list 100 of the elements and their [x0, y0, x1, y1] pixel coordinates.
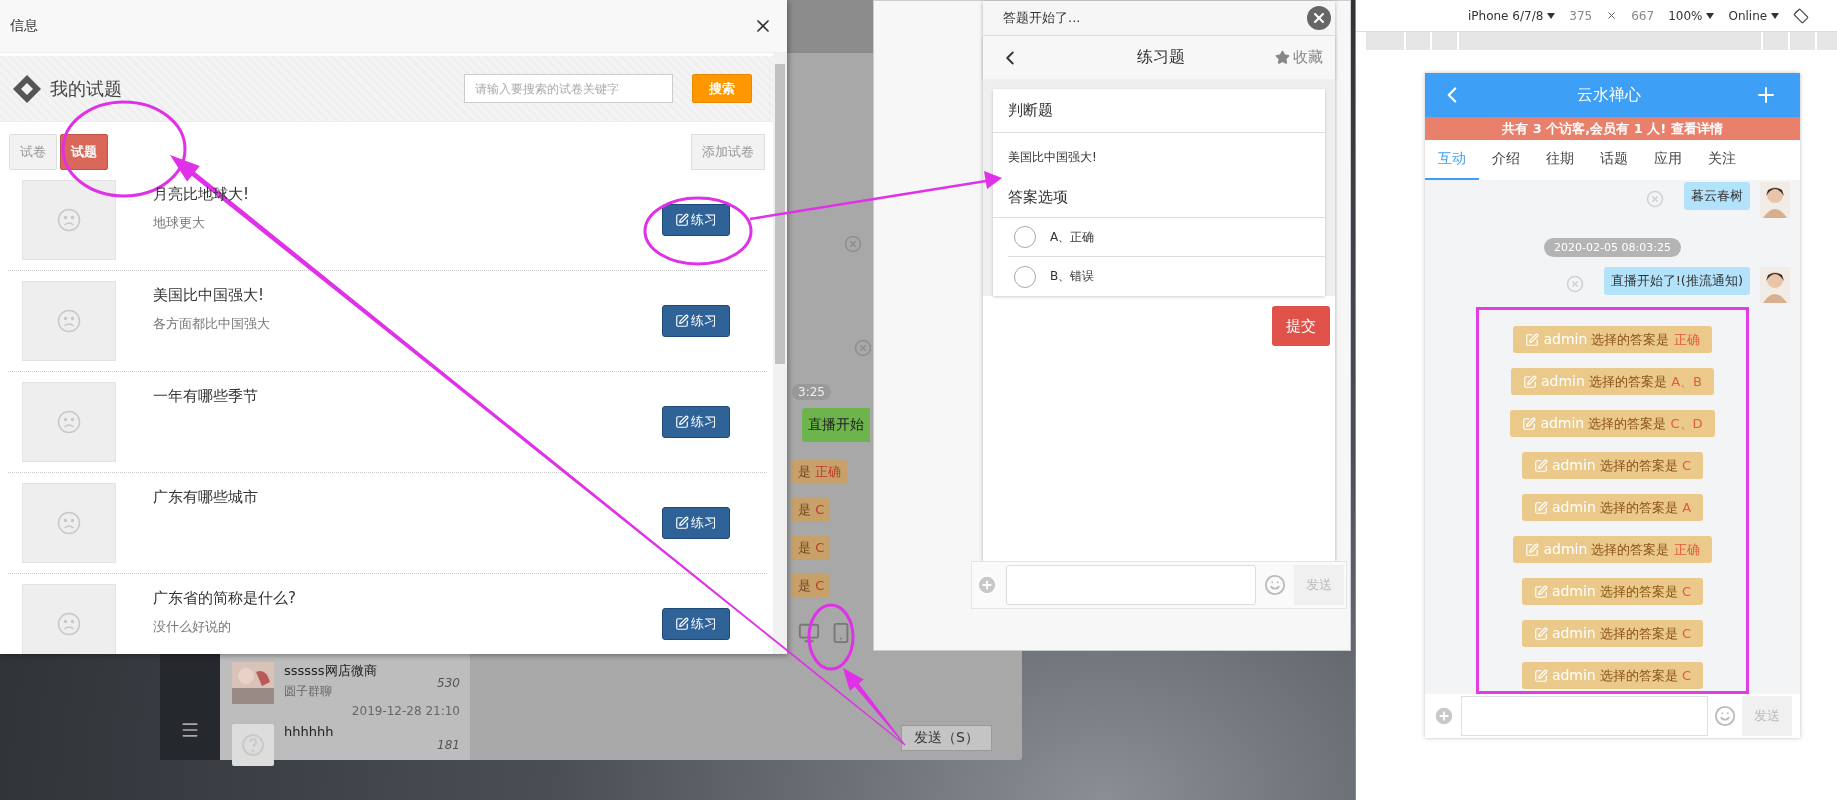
- message-count: 530: [437, 676, 460, 690]
- question-description: 没什么好说的: [153, 618, 232, 636]
- edit-icon: [1525, 542, 1540, 557]
- caret-icon[interactable]: [1706, 12, 1715, 19]
- tab[interactable]: 应用: [1641, 140, 1695, 180]
- edit-icon: [1525, 332, 1540, 347]
- answer-notice: 是 C: [792, 498, 831, 522]
- answer-notice: 是 C: [792, 574, 831, 598]
- emoji-icon[interactable]: [1264, 574, 1286, 596]
- sad-face-icon: [57, 511, 81, 535]
- page-heading: 我的试题: [50, 76, 122, 101]
- tab[interactable]: 介绍: [1479, 140, 1533, 180]
- edit-icon: [1533, 668, 1548, 683]
- ruler-segment[interactable]: [1817, 32, 1837, 50]
- tab[interactable]: 话题: [1587, 140, 1641, 180]
- nav-title: 练习题: [1137, 47, 1185, 68]
- ruler-segment[interactable]: [1406, 32, 1430, 50]
- answer-notice: 是 C: [792, 536, 831, 560]
- question-title[interactable]: 美国比中国强大!: [153, 286, 662, 305]
- answer-text: admin 选择的答案是 C: [1551, 666, 1692, 685]
- device-select[interactable]: iPhone 6/7/8: [1468, 8, 1544, 23]
- message-bubble: 暮云春树: [1684, 182, 1750, 210]
- sad-face-icon: [57, 208, 81, 232]
- add-icon[interactable]: [976, 574, 998, 596]
- edit-icon: [1523, 374, 1537, 389]
- sad-face-icon: [57, 410, 81, 434]
- question-title[interactable]: 月亮比地球大!: [153, 185, 662, 204]
- practice-button[interactable]: 练习: [662, 406, 730, 438]
- message-bubble: 直播开始了!(推流通知): [1603, 267, 1750, 295]
- dialog-title: 信息: [10, 17, 38, 35]
- send-button[interactable]: 发送（S）: [901, 725, 992, 751]
- edit-icon: [1533, 458, 1548, 473]
- question-title[interactable]: 广东有哪些城市: [153, 488, 662, 507]
- radio-button[interactable]: [1014, 226, 1036, 248]
- ruler-segment[interactable]: [1432, 32, 1457, 50]
- rotate-icon[interactable]: [1793, 7, 1810, 24]
- conversation-preview: 圆子群聊: [284, 683, 333, 700]
- answer-text: admin 选择的答案是 A: [1551, 498, 1692, 517]
- answer-text: admin 选择的答案是 C: [1551, 624, 1692, 643]
- question-title[interactable]: 广东省的简称是什么?: [153, 589, 662, 608]
- network-select[interactable]: Online: [1728, 8, 1768, 23]
- question-type: 判断题: [993, 89, 1325, 133]
- practice-button[interactable]: 练习: [662, 608, 730, 640]
- answer-text: admin 选择的答案是 正确: [1543, 540, 1700, 559]
- question-description: 地球更大: [153, 214, 206, 232]
- monitor-icon[interactable]: [798, 622, 820, 644]
- scrollbar[interactable]: [773, 53, 787, 654]
- close-icon[interactable]: [1307, 6, 1331, 30]
- message-time: 2020-02-05 08:03:25: [1544, 238, 1681, 257]
- menu-icon[interactable]: [180, 720, 200, 740]
- search-field[interactable]: 请输入要搜索的试卷关键字: [464, 74, 673, 103]
- edit-icon: [1533, 626, 1548, 641]
- options-heading: 答案选项: [993, 188, 1325, 218]
- message-input[interactable]: [1006, 565, 1256, 605]
- question-text: 美国比中国强大!: [1007, 149, 1098, 166]
- option-label[interactable]: A、正确: [1050, 228, 1095, 246]
- edit-icon: [675, 314, 689, 328]
- annotation-ellipse: [807, 603, 855, 671]
- practice-button[interactable]: 练习: [662, 305, 730, 337]
- edit-icon: [1533, 584, 1548, 599]
- tab[interactable]: 关注: [1695, 140, 1749, 180]
- message-bubble: 直播开始: [802, 408, 870, 442]
- submit-button[interactable]: 提交: [1272, 306, 1330, 346]
- height-field[interactable]: 667: [1631, 8, 1655, 23]
- message-input[interactable]: [1461, 696, 1708, 736]
- toast-message: 答题开始了...: [1003, 9, 1081, 27]
- star-icon: [1275, 50, 1290, 65]
- answer-text: admin 选择的答案是 C: [1551, 582, 1692, 601]
- ruler-segment[interactable]: [1366, 32, 1404, 50]
- conversation-name[interactable]: hhhhhh: [284, 724, 428, 739]
- width-field[interactable]: 375: [1569, 8, 1593, 23]
- answer-text: admin 选择的答案是 C、D: [1540, 414, 1703, 433]
- question-title[interactable]: 一年有哪些季节: [153, 387, 662, 406]
- conversation-name[interactable]: ssssss网店微商: [284, 662, 428, 680]
- message-count: 181: [437, 738, 460, 752]
- tab[interactable]: 往期: [1533, 140, 1587, 180]
- radio-button[interactable]: [1014, 265, 1036, 288]
- edit-icon: [675, 516, 689, 530]
- ruler-segment[interactable]: [1790, 32, 1815, 50]
- answer-text: admin 选择的答案是 C: [1551, 456, 1692, 475]
- option-label[interactable]: B、错误: [1050, 268, 1095, 285]
- add-icon[interactable]: [1433, 705, 1455, 727]
- caret-icon[interactable]: [1771, 12, 1780, 19]
- app-title: 云水禅心: [1576, 84, 1641, 106]
- ruler-segment[interactable]: [1459, 32, 1761, 50]
- emoji-icon[interactable]: [1714, 705, 1736, 727]
- ruler-segment[interactable]: [1763, 32, 1788, 50]
- practice-button[interactable]: 练习: [662, 204, 730, 236]
- diamond-logo-icon: [12, 73, 42, 104]
- answer-text: admin 选择的答案是 A、B: [1541, 372, 1702, 391]
- answer-notice: 是 正确: [792, 460, 848, 484]
- message-time: 3:25: [792, 384, 831, 400]
- caret-icon[interactable]: [1547, 12, 1556, 19]
- sad-face-icon: [57, 612, 81, 636]
- edit-icon: [675, 617, 689, 631]
- edit-icon: [1522, 416, 1537, 431]
- zoom-select[interactable]: 100%: [1668, 8, 1703, 23]
- practice-button[interactable]: 练习: [662, 507, 730, 539]
- times-icon: [1606, 10, 1618, 21]
- question-description: 各方面都比中国强大: [153, 315, 271, 333]
